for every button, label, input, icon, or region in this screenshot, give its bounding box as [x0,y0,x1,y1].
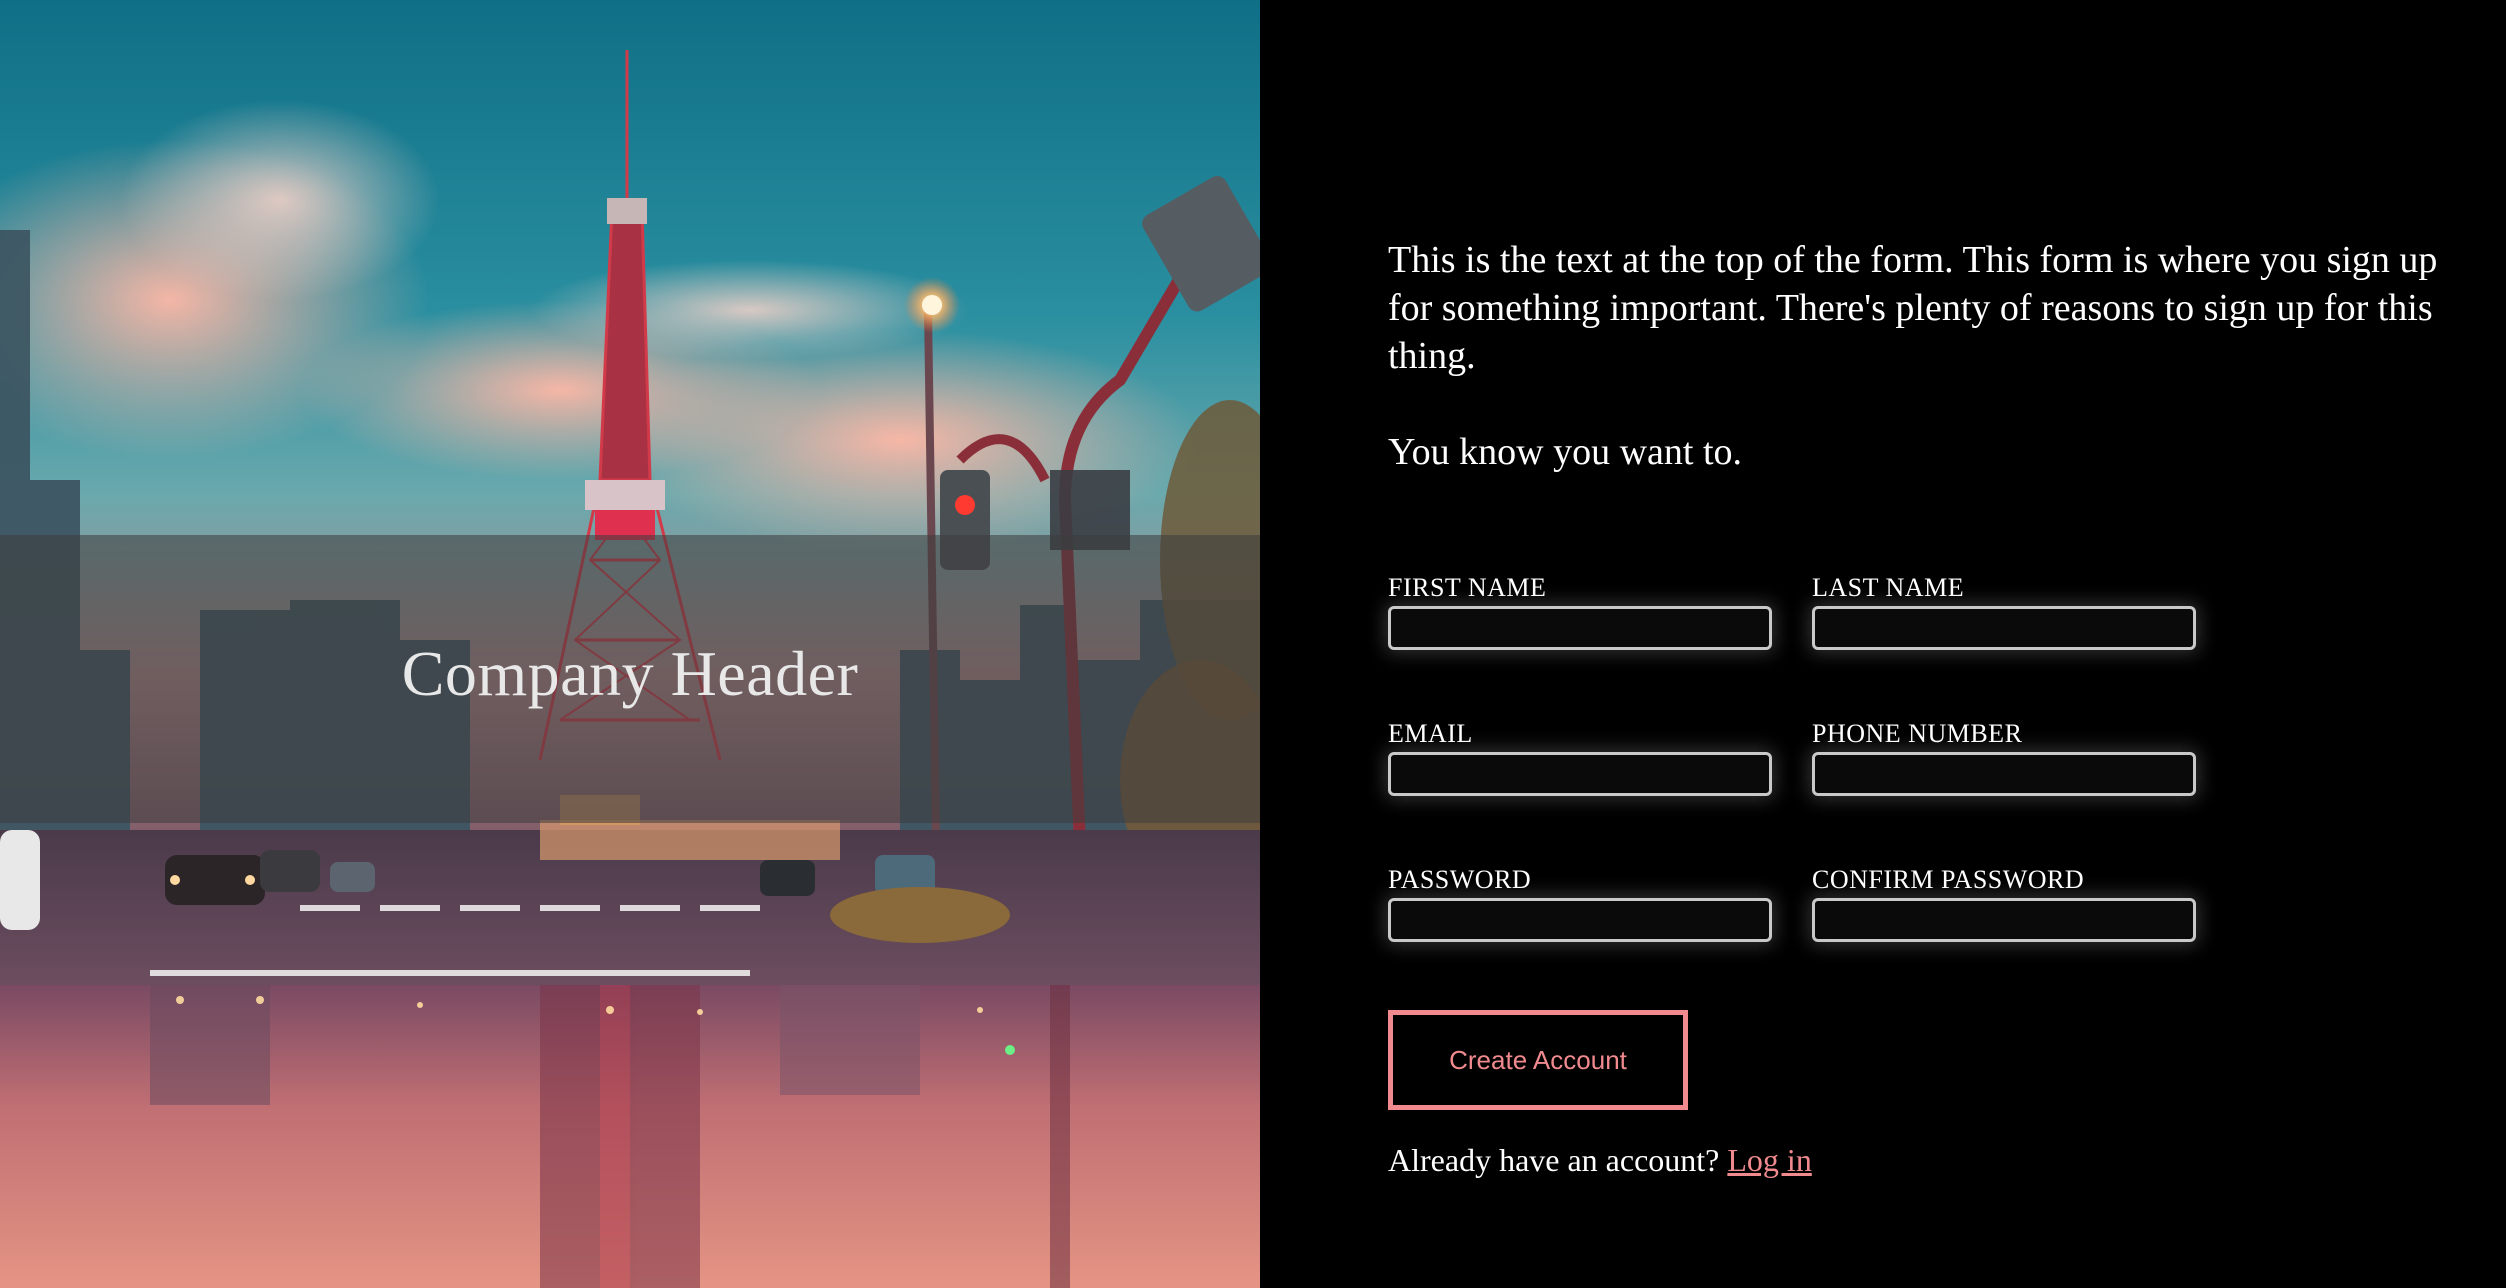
phone-number-label: PHONE NUMBER [1812,719,2023,748]
first-name-label: FIRST NAME [1388,573,1547,602]
confirm-password-label: CONFIRM PASSWORD [1812,865,2085,894]
create-account-button[interactable]: Create Account [1388,1010,1688,1110]
phone-number-field: PHONE NUMBER [1812,720,2196,796]
hero-header-band: Company Header [0,535,1260,823]
signup-page: Company Header This is the text at the t… [0,0,2506,1288]
email-input[interactable] [1388,752,1772,796]
email-field: EMAIL [1388,720,1772,796]
last-name-label: LAST NAME [1812,573,1965,602]
phone-number-input[interactable] [1812,752,2196,796]
confirm-password-field: CONFIRM PASSWORD [1812,866,2196,942]
password-input[interactable] [1388,898,1772,942]
signup-form-panel: This is the text at the top of the form.… [1260,0,2506,1288]
login-prompt-text: Already have an account? [1388,1142,1720,1178]
form-intro-text: This is the text at the top of the form.… [1388,239,2438,377]
password-label: PASSWORD [1388,865,1532,894]
confirm-password-input[interactable] [1812,898,2196,942]
password-field: PASSWORD [1388,866,1772,942]
hero-image-panel: Company Header [0,0,1260,1288]
last-name-input[interactable] [1812,606,2196,650]
form-intro-subtext: You know you want to. [1388,431,1743,473]
first-name-input[interactable] [1388,606,1772,650]
first-name-field: FIRST NAME [1388,574,1772,650]
login-prompt-line: Already have an account? Log in [1388,1142,1812,1179]
last-name-field: LAST NAME [1812,574,2196,650]
login-link[interactable]: Log in [1727,1142,1811,1178]
email-label: EMAIL [1388,719,1473,748]
company-header: Company Header [401,638,859,709]
